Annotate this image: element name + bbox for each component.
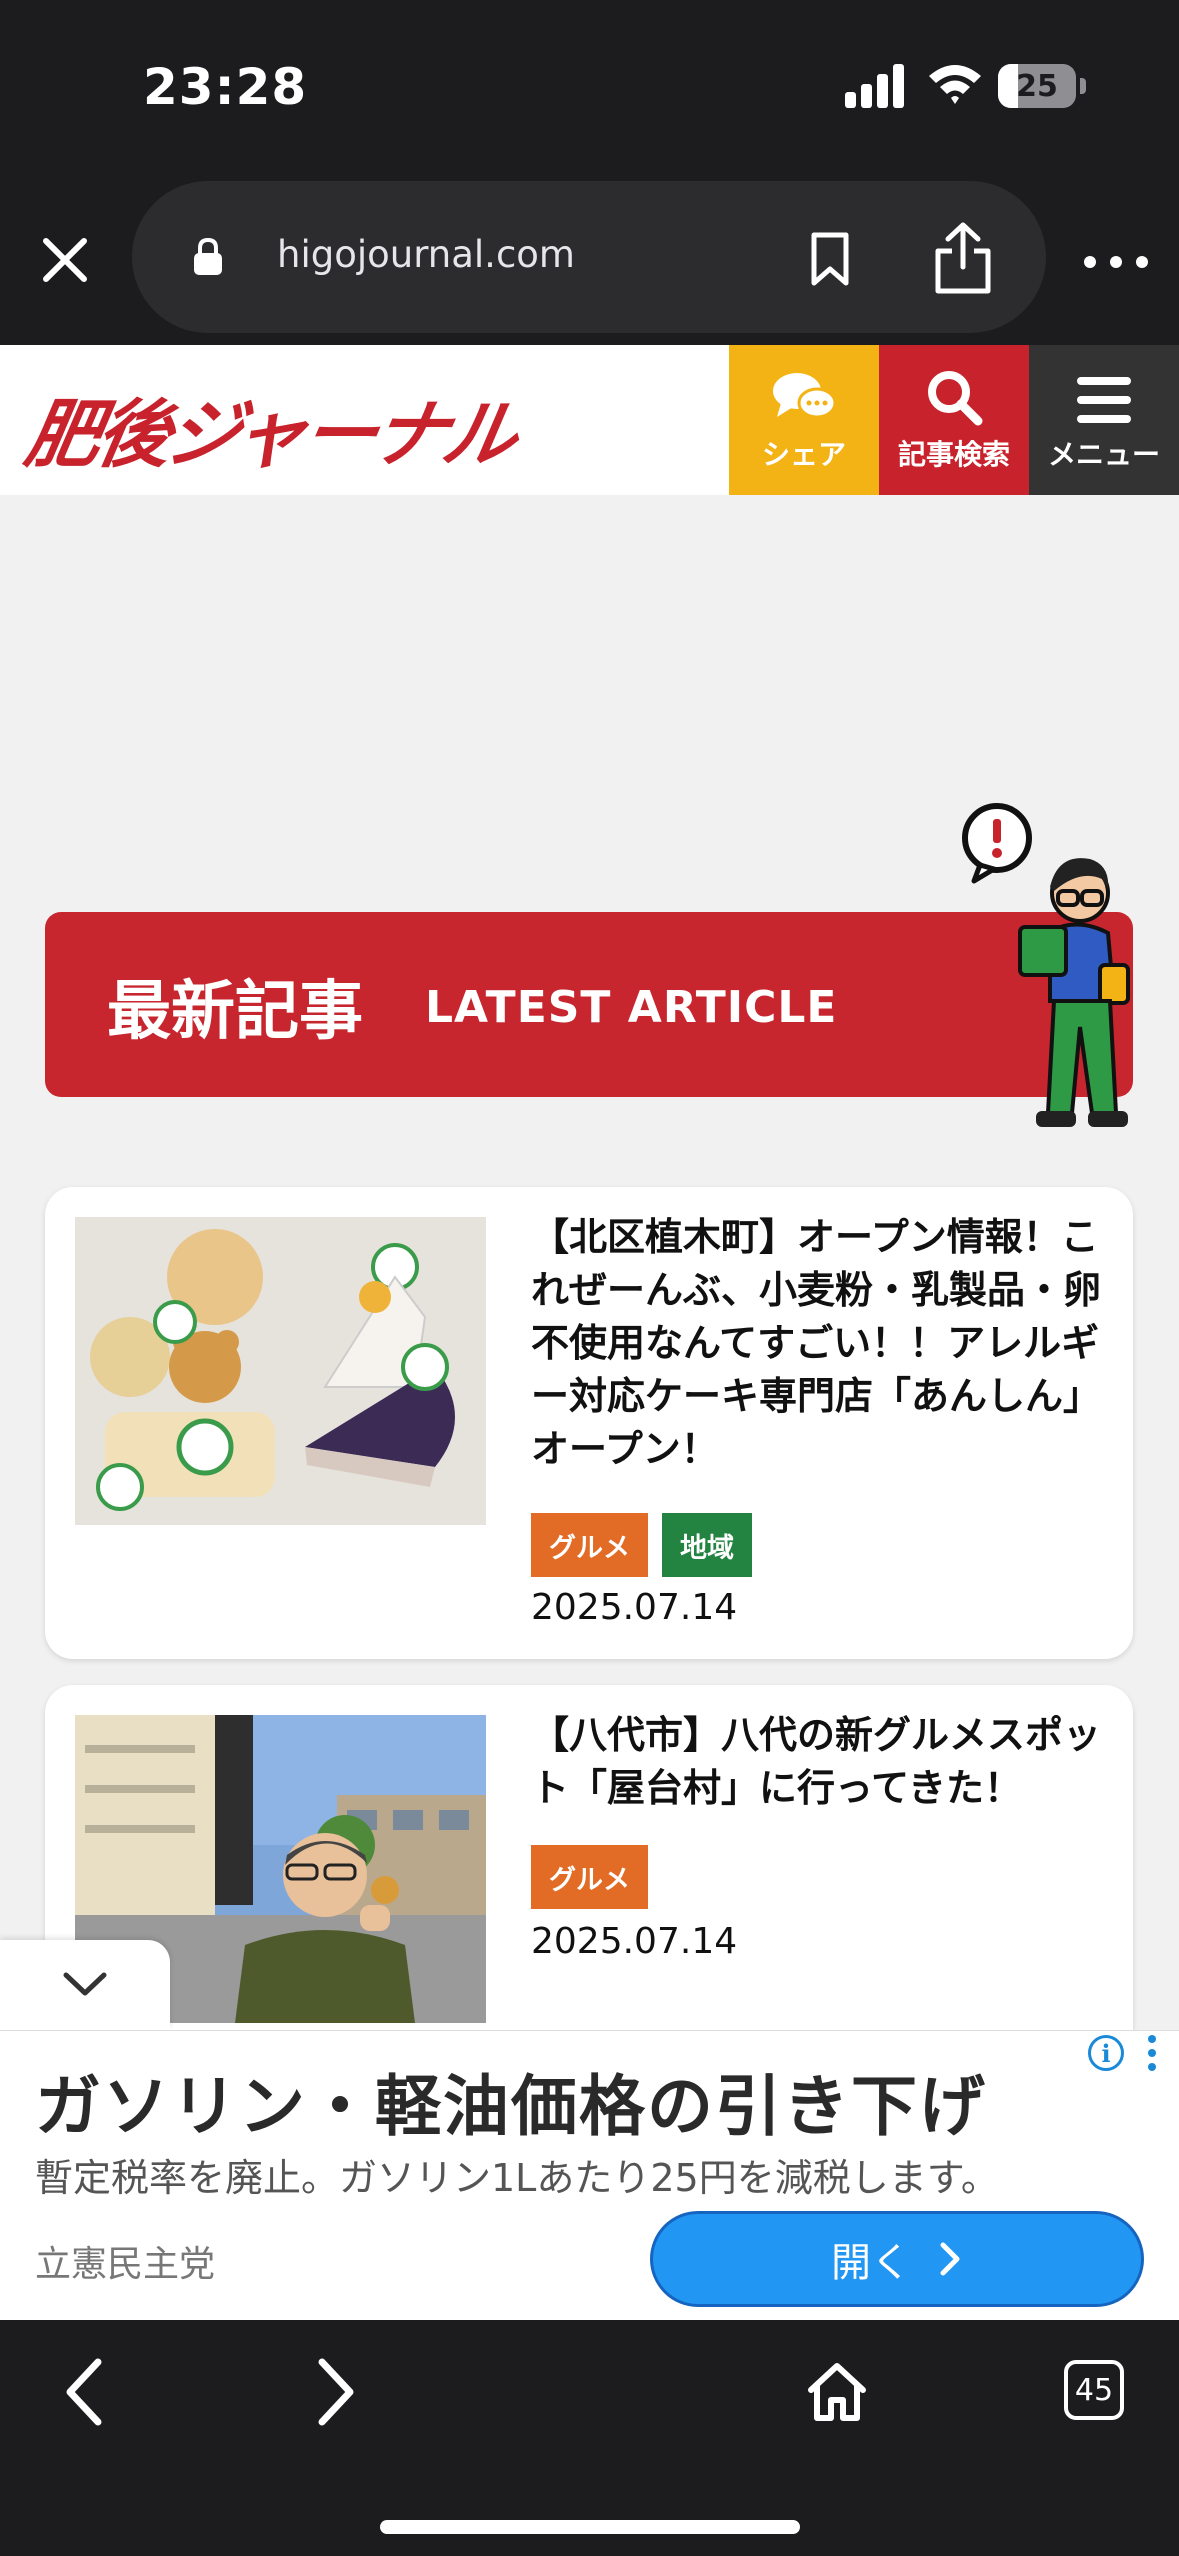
status-time: 23:28: [143, 58, 308, 116]
section-title-en: LATEST ARTICLE: [425, 982, 838, 1033]
tag-gourmet[interactable]: グルメ: [531, 1513, 648, 1577]
ad-open-button[interactable]: 開く: [650, 2211, 1144, 2307]
ad-title[interactable]: ガソリン・軽油価格の引き下げ: [35, 2053, 987, 2149]
bookmark-icon[interactable]: [808, 231, 852, 287]
tabs-button[interactable]: 45: [1064, 2360, 1124, 2420]
ad-options-icon[interactable]: [1148, 2035, 1158, 2075]
home-button[interactable]: [805, 2360, 869, 2424]
article-tags: グルメ 地域: [531, 1513, 752, 1577]
ad-advertiser: 立憲民主党: [35, 2244, 216, 2285]
battery-icon: 25: [998, 64, 1076, 108]
back-button[interactable]: [60, 2356, 110, 2428]
mascot-illustration: [962, 803, 1130, 1127]
article-title[interactable]: 【八代市】八代の新グルメスポット「屋台村」に行ってきた！: [531, 1709, 1101, 1815]
lock-icon: [194, 237, 222, 275]
site-header: 肥後ジャーナル シェア 記事検索 メニュー: [0, 345, 1179, 495]
tag-gourmet[interactable]: グルメ: [531, 1845, 648, 1909]
ad-info-icon[interactable]: i: [1088, 2035, 1124, 2071]
page-content: 最新記事 LATEST ARTICLE 【北区植木町】オープン情報！これぜーんぶ…: [0, 495, 1179, 2030]
more-icon[interactable]: [1080, 247, 1152, 277]
article-thumbnail[interactable]: [75, 1217, 486, 1525]
status-bar: 23:28 25: [0, 0, 1179, 175]
chevron-right-icon: [940, 2242, 960, 2276]
browser-url-bar: higojournal.com: [0, 175, 1179, 345]
battery-level: 25: [1016, 68, 1058, 104]
article-card[interactable]: 【北区植木町】オープン情報！これぜーんぶ、小麦粉・乳製品・卵不使用なんてすごい！…: [45, 1187, 1133, 1659]
share-button[interactable]: シェア: [729, 345, 879, 495]
ad-open-label: 開く: [831, 2240, 911, 2286]
browser-toolbar: 45: [0, 2320, 1179, 2556]
section-title-jp: 最新記事: [107, 975, 363, 1049]
article-date: 2025.07.14: [531, 1587, 738, 1628]
url-field[interactable]: higojournal.com: [132, 181, 1046, 333]
menu-label: メニュー: [1047, 438, 1160, 471]
home-indicator: [380, 2520, 800, 2534]
share-icon[interactable]: [932, 221, 994, 295]
battery-tip: [1080, 78, 1086, 94]
ad-collapse-button[interactable]: [0, 1940, 170, 2030]
ad-banner[interactable]: ガソリン・軽油価格の引き下げ 暫定税率を廃止。ガソリン1Lあたり25円を減税しま…: [0, 2030, 1179, 2320]
url-text: higojournal.com: [277, 233, 575, 276]
menu-button[interactable]: メニュー: [1029, 345, 1179, 495]
battery-fill: [998, 64, 1018, 108]
wifi-icon: [929, 65, 981, 104]
chat-bubbles-icon: [773, 373, 837, 419]
ad-description[interactable]: 暫定税率を廃止。ガソリン1Lあたり25円を減税します。: [35, 2147, 999, 2202]
site-logo[interactable]: 肥後ジャーナル: [19, 375, 524, 482]
close-icon: [43, 238, 87, 282]
article-title[interactable]: 【北区植木町】オープン情報！これぜーんぶ、小麦粉・乳製品・卵不使用なんてすごい！…: [531, 1211, 1101, 1476]
article-card[interactable]: 【八代市】八代の新グルメスポット「屋台村」に行ってきた！ グルメ 2025.07…: [45, 1685, 1133, 2030]
search-label: 記事検索: [897, 438, 1010, 471]
search-icon: [928, 371, 983, 426]
share-label: シェア: [761, 438, 846, 471]
tag-area[interactable]: 地域: [662, 1513, 752, 1577]
chevron-down-icon: [63, 1972, 107, 1996]
cellular-signal-icon: [845, 62, 905, 108]
article-date: 2025.07.14: [531, 1921, 738, 1962]
article-tags: グルメ: [531, 1845, 648, 1909]
close-button[interactable]: [30, 225, 100, 295]
article-search-button[interactable]: 記事検索: [879, 345, 1029, 495]
hamburger-icon: [1077, 377, 1131, 423]
forward-button[interactable]: [310, 2356, 360, 2428]
